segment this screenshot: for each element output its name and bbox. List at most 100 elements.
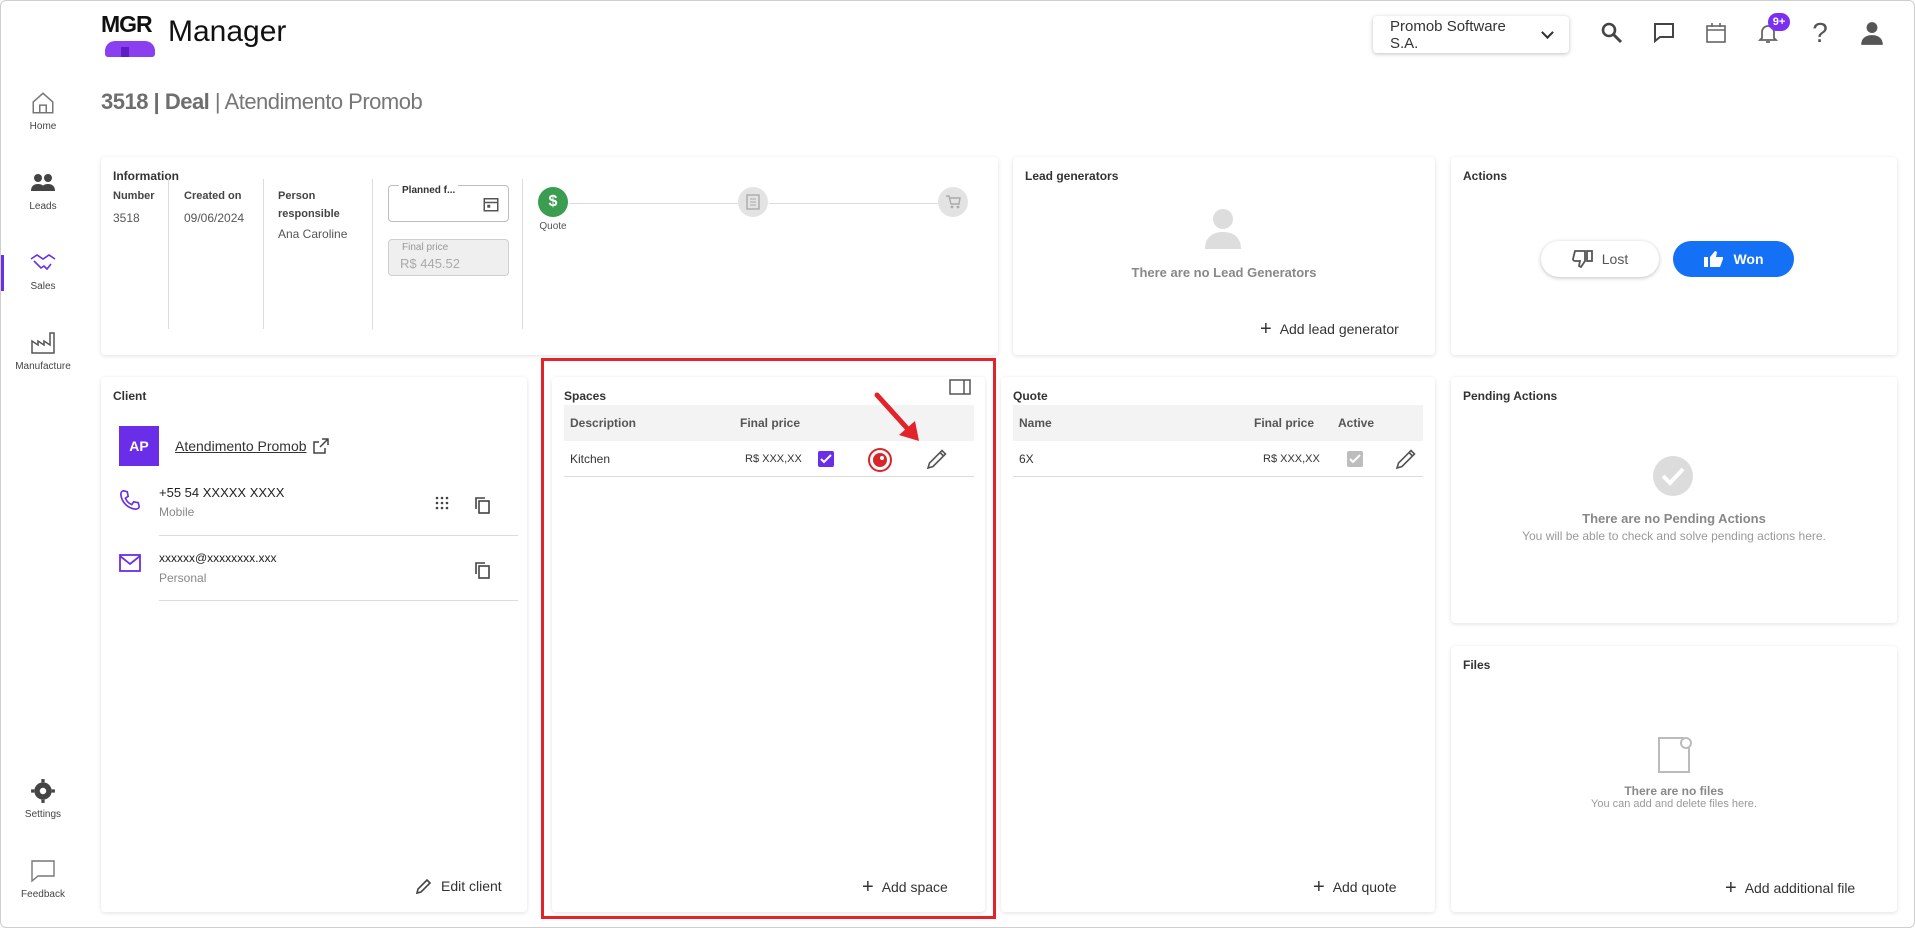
final-price-label: Final price: [402, 242, 449, 253]
client-phone: +55 54 XXXXX XXXX: [159, 485, 285, 500]
quote-title: Quote: [1013, 389, 1048, 403]
client-email-type: Personal: [159, 571, 207, 585]
column-header-name: Name: [1019, 416, 1052, 430]
client-title: Client: [113, 389, 147, 403]
client-name[interactable]: Atendimento Promob: [175, 438, 307, 454]
info-number-label: Number: [113, 190, 155, 202]
sidebar-item-feedback[interactable]: Feedback: [1, 857, 85, 900]
external-link-icon[interactable]: [312, 438, 329, 454]
divider: [168, 179, 169, 329]
mail-icon: [119, 554, 141, 577]
files-title: Files: [1463, 658, 1491, 672]
feedback-icon: [28, 857, 58, 885]
actions-card: Actions Lost Won: [1451, 157, 1897, 355]
pending-actions-title: Pending Actions: [1463, 389, 1558, 403]
calendar-icon[interactable]: [482, 195, 500, 218]
copy-phone-icon[interactable]: [474, 496, 490, 519]
calendar-icon[interactable]: [1702, 19, 1730, 47]
add-additional-file-label: Add additional file: [1744, 880, 1856, 896]
plus-icon: +: [1260, 318, 1272, 340]
sidebar-item-sales[interactable]: Sales: [1, 249, 85, 292]
column-header-final-price: Final price: [1254, 416, 1315, 430]
breadcrumb: 3518 | Deal | Atendimento Promob: [101, 89, 423, 115]
client-avatar: AP: [119, 426, 159, 466]
stage-connector: [569, 203, 739, 204]
info-number: Number 3518: [113, 187, 167, 339]
sidebar-item-manufacture[interactable]: Manufacture: [1, 329, 85, 372]
stage-order-document-icon[interactable]: [738, 187, 768, 217]
column-header-active: Active: [1338, 416, 1375, 430]
sidebar-item-label: Feedback: [21, 889, 65, 900]
edit-quote-pencil-icon[interactable]: [1395, 448, 1417, 473]
sidebar-item-settings[interactable]: Settings: [1, 777, 85, 820]
info-number-value: 3518: [113, 211, 140, 225]
sidebar-item-label: Leads: [29, 201, 57, 212]
stage-quote-label: Quote: [539, 221, 567, 232]
edit-client-label: Edit client: [441, 878, 502, 894]
lost-label: Lost: [1601, 251, 1629, 267]
stage-purchase-cart-icon[interactable]: [938, 187, 968, 217]
pencil-icon: [415, 878, 432, 895]
won-button[interactable]: Won: [1673, 241, 1794, 277]
client-name-link[interactable]: Atendimento Promob: [175, 438, 329, 454]
add-lead-generator-label: Add lead generator: [1279, 321, 1399, 337]
app-logo[interactable]: MGR: [101, 11, 157, 59]
file-placeholder-icon: [1655, 734, 1693, 779]
information-title: Information: [113, 169, 179, 183]
final-price-field: Final price R$ 445.52: [388, 239, 509, 276]
information-card: Information Number 3518 Created on 09/06…: [101, 157, 998, 355]
dialpad-icon[interactable]: [434, 496, 450, 517]
lost-button[interactable]: Lost: [1541, 241, 1659, 277]
add-additional-file-button[interactable]: + Add additional file: [1725, 878, 1855, 898]
won-label: Won: [1733, 251, 1764, 267]
quote-name: 6X: [1019, 451, 1034, 466]
chevron-down-icon: [1541, 25, 1554, 39]
people-icon: [28, 169, 58, 197]
thumbs-down-icon: [1571, 250, 1593, 269]
company-select[interactable]: Promob Software S.A.: [1373, 16, 1569, 53]
planned-date-field[interactable]: Planned f...: [388, 185, 509, 222]
lead-generators-empty: There are no Lead Generators: [1131, 265, 1317, 280]
sidebar-item-leads[interactable]: Leads: [1, 169, 85, 212]
search-icon[interactable]: [1598, 19, 1626, 47]
add-lead-generator-button[interactable]: + Add lead generator: [1260, 319, 1399, 339]
add-quote-button[interactable]: + Add quote: [1313, 877, 1397, 897]
thumbs-up-icon: [1704, 251, 1724, 267]
person-placeholder-icon: [1203, 207, 1243, 254]
divider: [159, 600, 518, 601]
add-quote-label: Add quote: [1332, 879, 1397, 895]
company-select-value: Promob Software S.A.: [1390, 17, 1506, 52]
spaces-highlight-annotation: [541, 358, 996, 919]
divider: [263, 179, 264, 329]
table-row[interactable]: 6X R$ XXX,XX: [1013, 441, 1423, 477]
client-card: Client AP Atendimento Promob +55 54 XXXX…: [101, 377, 527, 912]
files-empty: There are no files: [1624, 784, 1724, 798]
sidebar-item-label: Manufacture: [15, 361, 71, 372]
home-icon: [28, 89, 58, 117]
client-phone-type: Mobile: [159, 505, 195, 519]
chat-icon[interactable]: [1650, 19, 1678, 47]
divider: [522, 179, 523, 329]
bell-icon[interactable]: 9+: [1754, 13, 1790, 47]
quote-table-header: Name Final price Active: [1013, 405, 1423, 441]
pending-actions-empty: There are no Pending Actions: [1582, 511, 1766, 526]
quote-active-checkbox[interactable]: [1347, 450, 1363, 467]
sidebar-item-home[interactable]: Home: [1, 89, 85, 132]
info-person: Person responsible Ana Caroline: [278, 187, 370, 339]
user-account-icon[interactable]: [1858, 19, 1886, 47]
help-icon[interactable]: ?: [1806, 17, 1834, 48]
edit-client-button[interactable]: Edit client: [415, 877, 502, 895]
divider: [159, 535, 518, 536]
app-window: MGR Manager Promob Software S.A. 9+ ? Ho…: [0, 0, 1915, 928]
lead-generators-card: Lead generators There are no Lead Genera…: [1013, 157, 1435, 355]
notification-badge: 9+: [1768, 13, 1790, 31]
stage-quote-dollar-icon[interactable]: $: [538, 187, 568, 217]
breadcrumb-deal-id: 3518 | Deal: [101, 89, 210, 114]
pending-actions-card: Pending Actions There are no Pending Act…: [1451, 377, 1897, 623]
copy-email-icon[interactable]: [474, 561, 490, 584]
files-sub: You can add and delete files here.: [1591, 798, 1757, 810]
app-title: Manager: [168, 15, 287, 48]
quote-price: R$ XXX,XX: [1263, 452, 1320, 465]
breadcrumb-deal-name: Atendimento Promob: [224, 89, 423, 114]
actions-title: Actions: [1463, 169, 1508, 183]
